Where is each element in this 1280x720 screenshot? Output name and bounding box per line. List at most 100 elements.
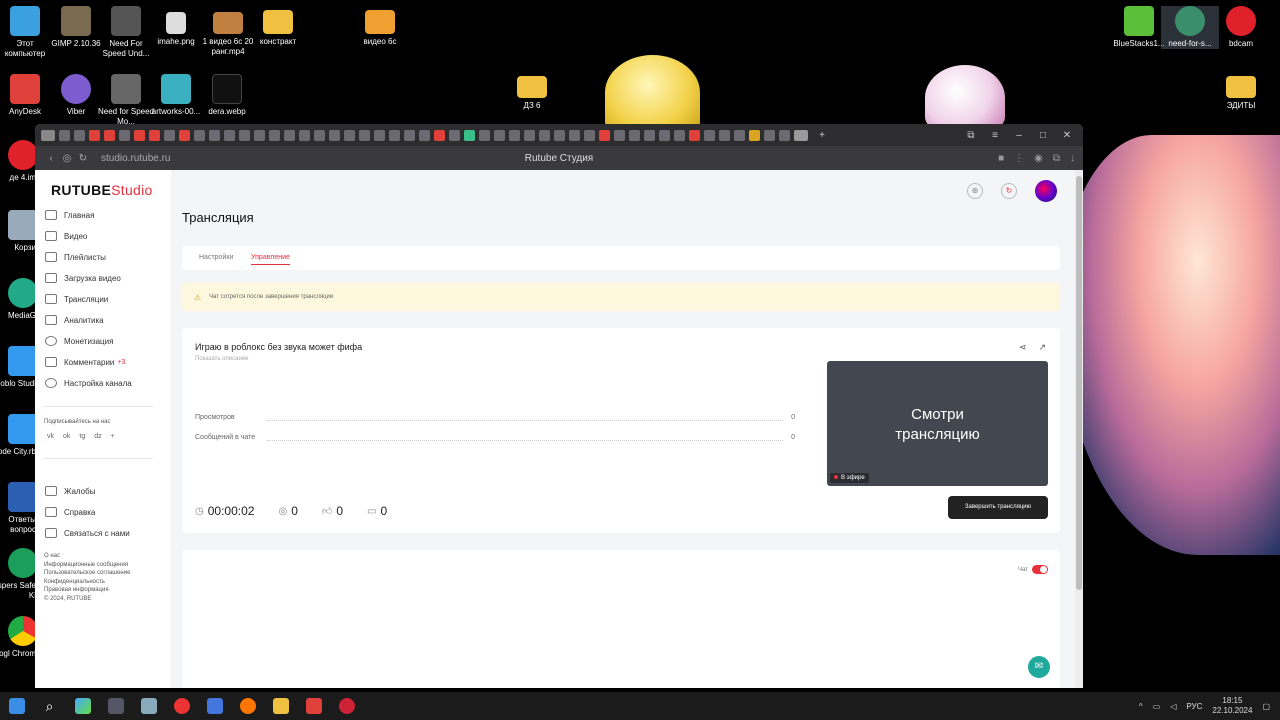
- share-icon[interactable]: ⋖: [1019, 342, 1027, 353]
- browser-tab[interactable]: [59, 129, 70, 141]
- taskbar-app[interactable]: [198, 692, 231, 720]
- browser-menu-icon[interactable]: [41, 129, 55, 141]
- close-icon[interactable]: ✕: [1057, 130, 1077, 141]
- chat-toggle[interactable]: [1032, 565, 1048, 574]
- browser-tab[interactable]: [104, 129, 115, 141]
- browser-tab[interactable]: [584, 129, 595, 141]
- desktop-icon[interactable]: Roblo Studi: [0, 346, 38, 389]
- footer-link-info[interactable]: Информационные сообщения: [44, 561, 130, 570]
- sidebar-item-video[interactable]: Видео: [45, 228, 87, 244]
- browser-tab[interactable]: [359, 129, 370, 141]
- desktop-icon[interactable]: need-for-s...: [1161, 6, 1219, 49]
- browser-tab[interactable]: [599, 129, 610, 141]
- desktop-icon[interactable]: BlueStacks1...: [1110, 6, 1168, 49]
- browser-tab[interactable]: [119, 129, 130, 141]
- browser-tab[interactable]: [194, 129, 205, 141]
- browser-tab[interactable]: [494, 129, 505, 141]
- browser-tab[interactable]: [464, 129, 475, 141]
- taskbar-app[interactable]: [165, 692, 198, 720]
- network-icon[interactable]: ▭: [1153, 702, 1161, 711]
- rutube-studio-logo[interactable]: RUTUBEStudio: [51, 182, 153, 198]
- download-icon[interactable]: ↓: [1070, 153, 1075, 164]
- sidebar-item-help[interactable]: Справка: [45, 504, 95, 520]
- desktop-icon[interactable]: artworks-00...: [147, 74, 205, 117]
- sidebar-item-analytics[interactable]: Аналитика: [45, 312, 104, 328]
- scrollbar[interactable]: [1075, 170, 1083, 688]
- footer-link-terms[interactable]: Пользовательское соглашение: [44, 569, 130, 578]
- desktop-icon[interactable]: де 4.im: [0, 140, 38, 183]
- end-stream-button[interactable]: Завершить трансляцию: [948, 496, 1048, 519]
- browser-tab[interactable]: [479, 129, 490, 141]
- dzen-icon[interactable]: dz: [94, 433, 101, 440]
- browser-tab[interactable]: [719, 129, 730, 141]
- desktop-icon[interactable]: bdcam: [1212, 6, 1270, 49]
- desktop-icon[interactable]: Googl Chrom: [0, 616, 38, 659]
- desktop-icon[interactable]: imahe.png: [147, 12, 205, 47]
- browser-tab[interactable]: [254, 129, 265, 141]
- desktop-icon[interactable]: Корзи: [0, 210, 38, 253]
- browser-tab[interactable]: [314, 129, 325, 141]
- avatar[interactable]: [1035, 180, 1057, 202]
- sidebar-item-upload[interactable]: Загрузка видео: [45, 270, 121, 286]
- browser-tab[interactable]: [74, 129, 85, 141]
- desktop-icon[interactable]: ЭДИТЫ: [1212, 76, 1270, 111]
- tab-management[interactable]: Управление: [251, 254, 290, 265]
- browser-tab[interactable]: [629, 129, 640, 141]
- taskbar-app[interactable]: [99, 692, 132, 720]
- stream-preview[interactable]: Смотри трансляцию В эфире: [827, 361, 1048, 486]
- extension-icon[interactable]: ◉: [1034, 153, 1043, 164]
- sidebar-item-contact[interactable]: Связаться с нами: [45, 525, 130, 541]
- browser-tab-active[interactable]: [794, 129, 808, 141]
- browser-tab[interactable]: [134, 129, 145, 141]
- vk-icon[interactable]: vk: [47, 433, 54, 440]
- browser-tab[interactable]: [779, 129, 790, 141]
- desktop-icon[interactable]: Ответы вопрос: [0, 482, 38, 535]
- taskbar-app[interactable]: [132, 692, 165, 720]
- open-external-icon[interactable]: ↗: [1038, 342, 1046, 353]
- bookmark-icon[interactable]: ■: [998, 153, 1004, 164]
- desktop-icon[interactable]: dera.webp: [198, 74, 256, 117]
- tab-settings[interactable]: Настройки: [199, 254, 233, 261]
- sidebar-item-channel-settings[interactable]: Настройка канала: [45, 375, 132, 391]
- desktop-icon[interactable]: видео 6с: [351, 10, 409, 47]
- shield-icon[interactable]: ◎: [59, 153, 75, 164]
- footer-link-privacy[interactable]: Конфиденциальность: [44, 578, 130, 587]
- support-chat-icon[interactable]: ✉: [1028, 656, 1050, 678]
- sidebar-item-comments[interactable]: Комментарии +3: [45, 354, 125, 370]
- browser-tab[interactable]: [434, 129, 445, 141]
- taskbar-app[interactable]: [330, 692, 363, 720]
- bookmarks-icon[interactable]: ⧉: [961, 130, 981, 141]
- browser-tab[interactable]: [509, 129, 520, 141]
- sidebar-item-playlists[interactable]: Плейлисты: [45, 249, 106, 265]
- browser-tab[interactable]: [284, 129, 295, 141]
- browser-tab[interactable]: [419, 129, 430, 141]
- maximize-icon[interactable]: □: [1033, 130, 1053, 141]
- browser-tab[interactable]: [569, 129, 580, 141]
- browser-tab[interactable]: [389, 129, 400, 141]
- browser-tab[interactable]: [344, 129, 355, 141]
- browser-tab[interactable]: [704, 129, 715, 141]
- browser-tab[interactable]: [764, 129, 775, 141]
- taskbar-app[interactable]: [264, 692, 297, 720]
- taskbar-app[interactable]: [66, 692, 99, 720]
- browser-tab[interactable]: [149, 129, 160, 141]
- browser-tab[interactable]: [749, 129, 760, 141]
- menu-icon[interactable]: ≡: [985, 130, 1005, 141]
- browser-tab[interactable]: [239, 129, 250, 141]
- search-icon[interactable]: ⌕: [33, 692, 66, 720]
- notifications-icon[interactable]: ▢: [1262, 702, 1270, 711]
- desktop-icon[interactable]: AnyDesk: [0, 74, 54, 117]
- browser-tab[interactable]: [689, 129, 700, 141]
- browser-tab[interactable]: [554, 129, 565, 141]
- sidebar-item-monetization[interactable]: Монетизация: [45, 333, 113, 349]
- sidebar-item-complaints[interactable]: Жалобы: [45, 483, 95, 499]
- notifications-icon[interactable]: ↻: [1001, 183, 1017, 199]
- browser-tab[interactable]: [329, 129, 340, 141]
- show-description-link[interactable]: Показать описание: [195, 356, 248, 362]
- browser-tab[interactable]: [209, 129, 220, 141]
- browser-tab[interactable]: [734, 129, 745, 141]
- reload-icon[interactable]: ↻: [75, 153, 91, 164]
- browser-tab[interactable]: [179, 129, 190, 141]
- back-icon[interactable]: ‹: [43, 153, 59, 164]
- collections-icon[interactable]: ⧉: [1053, 153, 1060, 164]
